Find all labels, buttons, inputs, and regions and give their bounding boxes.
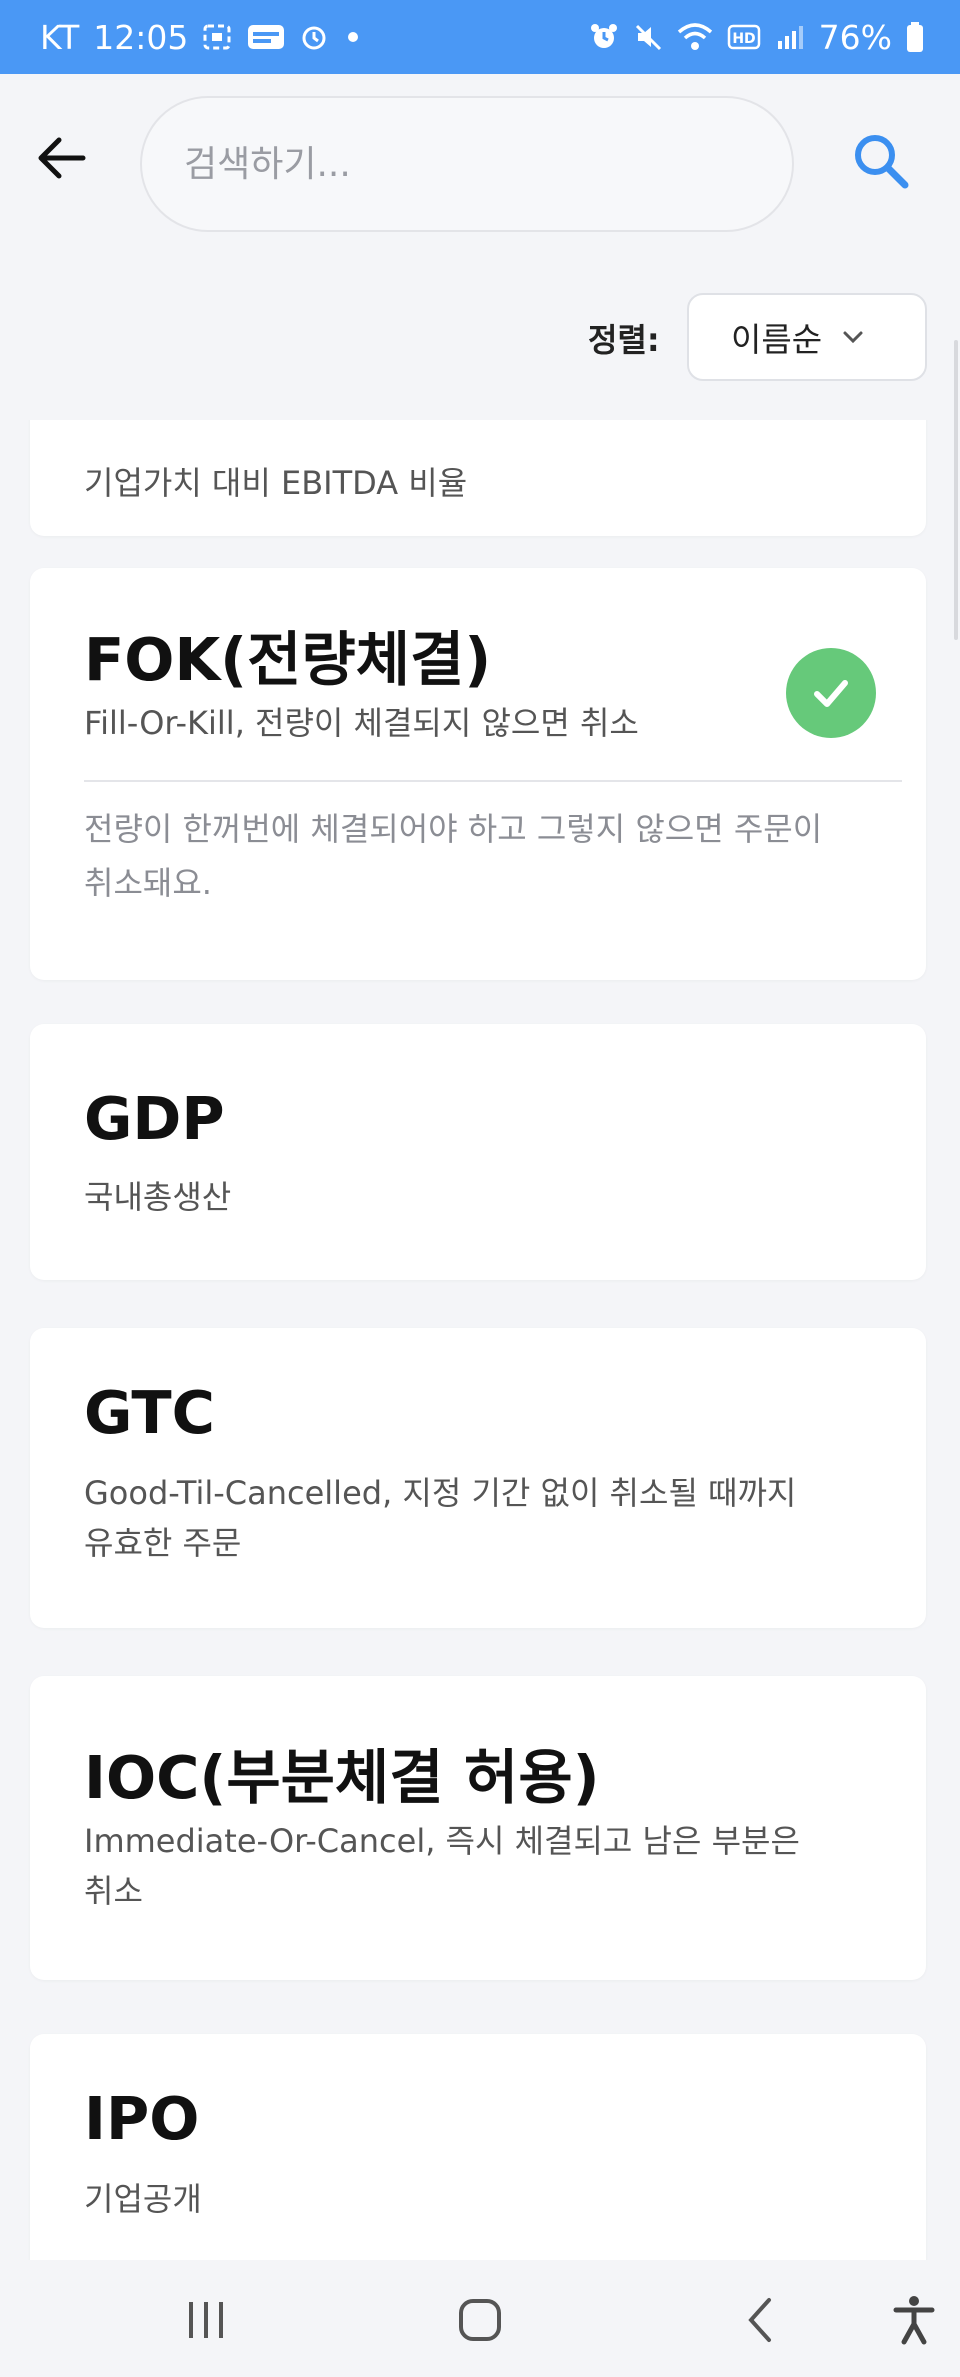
home-icon <box>459 2299 501 2341</box>
term-card-selected[interactable]: FOK(전량체결) Fill-Or-Kill, 전량이 체결되지 않으면 취소 … <box>30 568 926 980</box>
term-title: IOC(부분체결 허용) <box>84 1743 600 1812</box>
sort-label: 정렬: <box>588 321 660 359</box>
back-button[interactable] <box>30 126 94 190</box>
term-list: 기업가치 대비 EBITDA 비율 FOK(전량체결) Fill-Or-Kill… <box>0 420 960 2260</box>
sort-selected-value: 이름순 <box>731 320 823 359</box>
term-card[interactable]: 기업가치 대비 EBITDA 비율 <box>30 420 926 536</box>
term-description: Good-Til-Cancelled, 지정 기간 없이 취소될 때까지 유효한… <box>84 1474 797 1562</box>
term-description: 국내총생산 <box>84 1178 232 1216</box>
clock: 12:05 <box>93 17 189 57</box>
system-nav-bar <box>0 2260 960 2377</box>
screenshot-icon <box>202 23 232 51</box>
system-back-button[interactable] <box>728 2288 792 2352</box>
divider <box>84 780 902 782</box>
scrollbar[interactable] <box>954 340 958 640</box>
battery-icon <box>906 21 924 53</box>
home-button[interactable] <box>448 2288 512 2352</box>
term-description: 기업가치 대비 EBITDA 비율 <box>84 464 468 502</box>
term-title: GTC <box>84 1378 215 1447</box>
mute-icon <box>633 22 663 52</box>
term-title: IPO <box>84 2084 200 2153</box>
carrier-label: KT <box>40 17 80 57</box>
term-title: FOK(전량체결) <box>84 625 492 694</box>
hd-voice-icon: HD <box>727 24 761 50</box>
term-detail: 전량이 한꺼번에 체결되어야 하고 그렇지 않으면 주문이 취소돼요. <box>84 810 823 902</box>
more-notifications-dot <box>348 32 359 42</box>
term-card[interactable]: GTC Good-Til-Cancelled, 지정 기간 없이 취소될 때까지… <box>30 1328 926 1628</box>
term-description: Fill-Or-Kill, 전량이 체결되지 않으면 취소 <box>84 704 639 742</box>
chevron-down-icon <box>843 331 863 344</box>
sort-dropdown[interactable]: 이름순 <box>687 293 927 381</box>
accessibility-icon <box>893 2296 935 2345</box>
search-button[interactable] <box>846 126 916 196</box>
alarm-clock-icon <box>589 22 619 52</box>
sort-row: 정렬: 이름순 <box>0 291 960 383</box>
recent-apps-button[interactable] <box>174 2288 238 2352</box>
arrow-left-icon <box>38 137 86 179</box>
selected-check-icon <box>786 648 876 738</box>
term-card[interactable]: IOC(부분체결 허용) Immediate-Or-Cancel, 즉시 체결되… <box>30 1676 926 1980</box>
term-card[interactable]: IPO 기업공개 <box>30 2034 926 2260</box>
accessibility-button[interactable] <box>882 2288 946 2352</box>
app-header <box>0 74 960 259</box>
chevron-left-icon <box>748 2298 771 2342</box>
term-description: 기업공개 <box>84 2180 202 2218</box>
battery-percent: 76% <box>818 17 892 57</box>
app-notification-icon <box>246 23 286 51</box>
term-description: Immediate-Or-Cancel, 즉시 체결되고 남은 부분은 취소 <box>84 1822 800 1910</box>
alarm-icon <box>300 23 328 51</box>
term-card[interactable]: GDP 국내총생산 <box>30 1024 926 1280</box>
svg-text:HD: HD <box>732 31 755 47</box>
recent-apps-icon <box>189 2302 223 2338</box>
wifi-icon <box>677 22 713 52</box>
signal-icon <box>775 23 805 51</box>
search-icon <box>855 135 909 189</box>
search-input[interactable] <box>184 143 792 185</box>
status-bar: KT 12:05 HD 76% <box>0 0 960 74</box>
term-title: GDP <box>84 1084 225 1153</box>
search-box[interactable] <box>140 96 794 232</box>
